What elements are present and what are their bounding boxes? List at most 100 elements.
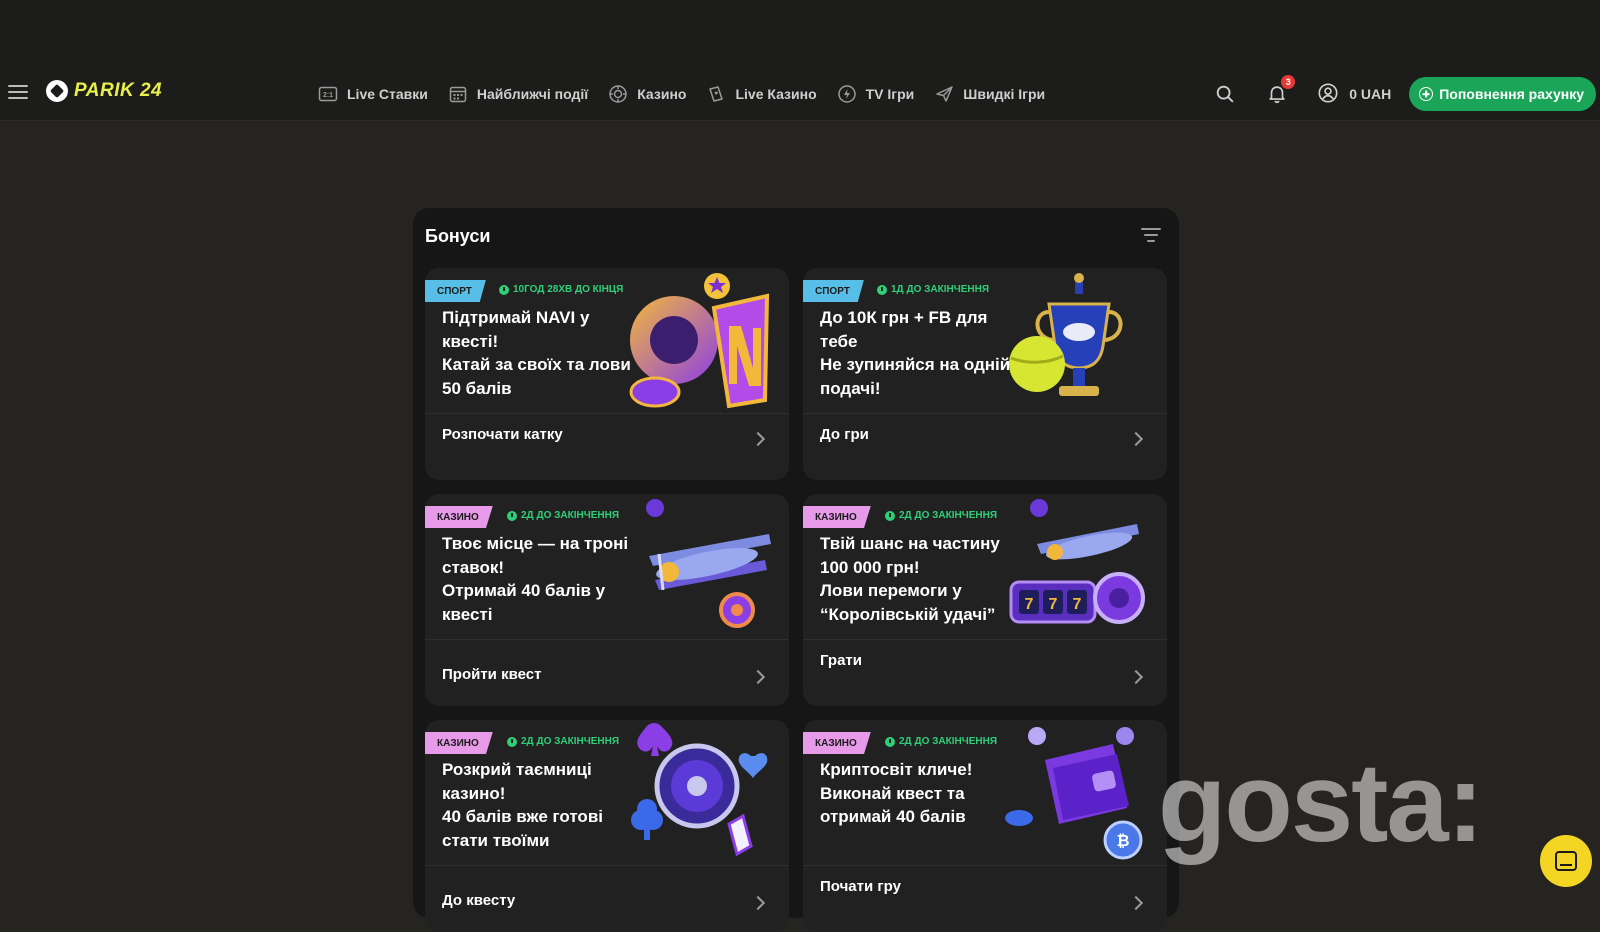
card-divider (425, 413, 789, 414)
nav-item-fast-games[interactable]: Швидкі Ігри (934, 84, 1045, 104)
user-avatar-icon (1317, 82, 1339, 107)
timer-text: 10ГОД 28ХВ ДО КІНЦЯ (513, 284, 624, 295)
clock-icon (877, 284, 887, 295)
main-nav: 2:1 Live Ставки Найближчі події Казино L… (318, 68, 1045, 120)
chevron-right-icon[interactable] (750, 895, 766, 911)
clock-icon (499, 284, 509, 295)
bonus-cta[interactable]: До квесту (442, 892, 515, 909)
bonus-card[interactable]: СПОРТ 10ГОД 28ХВ ДО КІНЦЯ Підтримай NAVI… (425, 268, 789, 480)
nav-item-casino[interactable]: Казино (608, 84, 686, 104)
header-actions: 3 0 UAH Поповнення рахунку (1213, 68, 1600, 120)
airplane-slot-art: 7 7 7 (1009, 499, 1145, 624)
svg-text:7: 7 (1025, 596, 1034, 613)
countdown-timer: 2Д ДО ЗАКІНЧЕННЯ (507, 736, 619, 747)
countdown-timer: 2Д ДО ЗАКІНЧЕННЯ (885, 736, 997, 747)
bonus-title: Підтримай NAVI у квесті! Катай за своїх … (442, 308, 631, 398)
rocket-icon (934, 84, 954, 104)
clock-icon (507, 510, 517, 521)
timer-text: 1Д ДО ЗАКІНЧЕННЯ (891, 284, 990, 295)
bonus-title: До 10К грн + FB для тебе Не зупиняйся на… (820, 308, 1011, 398)
countdown-timer: 2Д ДО ЗАКІНЧЕННЯ (885, 510, 997, 521)
card-divider (425, 865, 789, 866)
roulette-cards-art (631, 723, 768, 857)
chevron-right-icon[interactable] (750, 669, 766, 685)
timer-text: 2Д ДО ЗАКІНЧЕННЯ (899, 510, 998, 521)
account-balance[interactable]: 0 UAH (1317, 82, 1391, 107)
bonus-cta[interactable]: Грати (820, 652, 862, 669)
bonus-cta[interactable]: До гри (820, 426, 869, 443)
bonuses-panel: Бонуси СПОРТ 10ГОД 28ХВ ДО КІНЦЯ Підтрим… (413, 208, 1179, 932)
timer-text: 2Д ДО ЗАКІНЧЕННЯ (521, 510, 620, 521)
chat-icon (1555, 851, 1577, 871)
timer-text: 2Д ДО ЗАКІНЧЕННЯ (899, 736, 998, 747)
airplane-art (646, 499, 771, 628)
svg-text:2:1: 2:1 (323, 92, 333, 99)
category-tag: КАЗИНО (425, 506, 493, 528)
svg-text:7: 7 (1049, 596, 1058, 613)
nav-item-label: Live Ставки (347, 86, 428, 102)
navi-logo-art (629, 273, 770, 409)
countdown-timer: 2Д ДО ЗАКІНЧЕННЯ (507, 510, 619, 521)
nav-item-upcoming-events[interactable]: Найближчі події (448, 84, 588, 104)
menu-burger-icon[interactable] (8, 82, 28, 102)
logo[interactable]: PARIK 24 (46, 80, 162, 102)
live-bets-icon: 2:1 (318, 84, 338, 104)
watermark: gosta: (1158, 740, 1484, 865)
svg-text:7: 7 (1073, 596, 1082, 613)
deposit-button[interactable]: Поповнення рахунку (1409, 77, 1596, 111)
crypto-wallet-art: ₿ (1005, 727, 1143, 860)
notification-count-badge: 3 (1281, 75, 1296, 89)
search-icon[interactable] (1213, 82, 1237, 106)
top-header: PARIK 24 2:1 Live Ставки Найближчі події… (0, 68, 1600, 121)
nav-item-live-bets[interactable]: 2:1 Live Ставки (318, 84, 428, 104)
nav-item-label: Казино (637, 86, 687, 102)
card-divider (425, 639, 789, 640)
bonus-card[interactable]: СПОРТ 1Д ДО ЗАКІНЧЕННЯ До 10К грн + FB д… (803, 268, 1167, 480)
nav-item-tv-games[interactable]: TV Ігри (837, 84, 915, 104)
category-tag: СПОРТ (425, 280, 486, 302)
chevron-right-icon[interactable] (1128, 669, 1144, 685)
bonus-card[interactable]: КАЗИНО 2Д ДО ЗАКІНЧЕННЯ Твоє місце — на … (425, 494, 789, 706)
category-tag: КАЗИНО (803, 732, 871, 754)
calendar-icon (448, 84, 468, 104)
clock-icon (885, 736, 895, 747)
live-casino-icon (706, 84, 726, 104)
nav-item-label: TV Ігри (865, 86, 915, 102)
notifications-bell-icon[interactable]: 3 (1265, 75, 1296, 106)
nav-item-label: Швидкі Ігри (963, 86, 1046, 102)
timer-text: 2Д ДО ЗАКІНЧЕННЯ (521, 736, 620, 747)
bonus-cta[interactable]: Пройти квест (442, 666, 541, 683)
category-tag: СПОРТ (803, 280, 864, 302)
bonuses-title: Бонуси (425, 226, 491, 246)
bonus-card[interactable]: КАЗИНО 2Д ДО ЗАКІНЧЕННЯ Твій шанс на час… (803, 494, 1167, 706)
bonus-card[interactable]: КАЗИНО 2Д ДО ЗАКІНЧЕННЯ Криптосвіт кличе… (803, 720, 1167, 932)
countdown-timer: 10ГОД 28ХВ ДО КІНЦЯ (499, 284, 623, 295)
category-tag: КАЗИНО (803, 506, 871, 528)
bonus-cta[interactable]: Почати гру (820, 878, 901, 895)
nav-item-label: Live Казино (735, 86, 817, 102)
nav-item-live-casino[interactable]: Live Казино (706, 84, 817, 104)
card-divider (803, 413, 1167, 414)
clock-icon (885, 510, 895, 521)
nav-item-label: Найближчі події (476, 86, 589, 102)
chevron-right-icon[interactable] (750, 431, 766, 447)
card-divider (803, 639, 1167, 640)
soccer-ball-icon (46, 80, 68, 102)
bonus-card[interactable]: КАЗИНО 2Д ДО ЗАКІНЧЕННЯ Розкрий таємниці… (425, 720, 789, 932)
clock-icon (507, 736, 517, 747)
deposit-button-label: Поповнення рахунку (1439, 86, 1584, 102)
support-chat-button[interactable] (1540, 835, 1592, 887)
chevron-right-icon[interactable] (1128, 431, 1144, 447)
filter-icon[interactable] (1141, 226, 1161, 244)
top-strip (0, 0, 1600, 68)
plus-circle-icon (1419, 87, 1434, 101)
svg-text:₿: ₿ (1116, 832, 1129, 850)
bonus-cta[interactable]: Розпочати катку (442, 426, 563, 443)
tv-games-icon (837, 84, 857, 104)
countdown-timer: 1Д ДО ЗАКІНЧЕННЯ (877, 284, 989, 295)
balance-text: 0 UAH (1349, 86, 1392, 102)
chevron-right-icon[interactable] (1128, 895, 1144, 911)
card-divider (803, 865, 1167, 866)
casino-chip-icon (608, 84, 628, 104)
us-open-trophy-art (1009, 273, 1123, 396)
